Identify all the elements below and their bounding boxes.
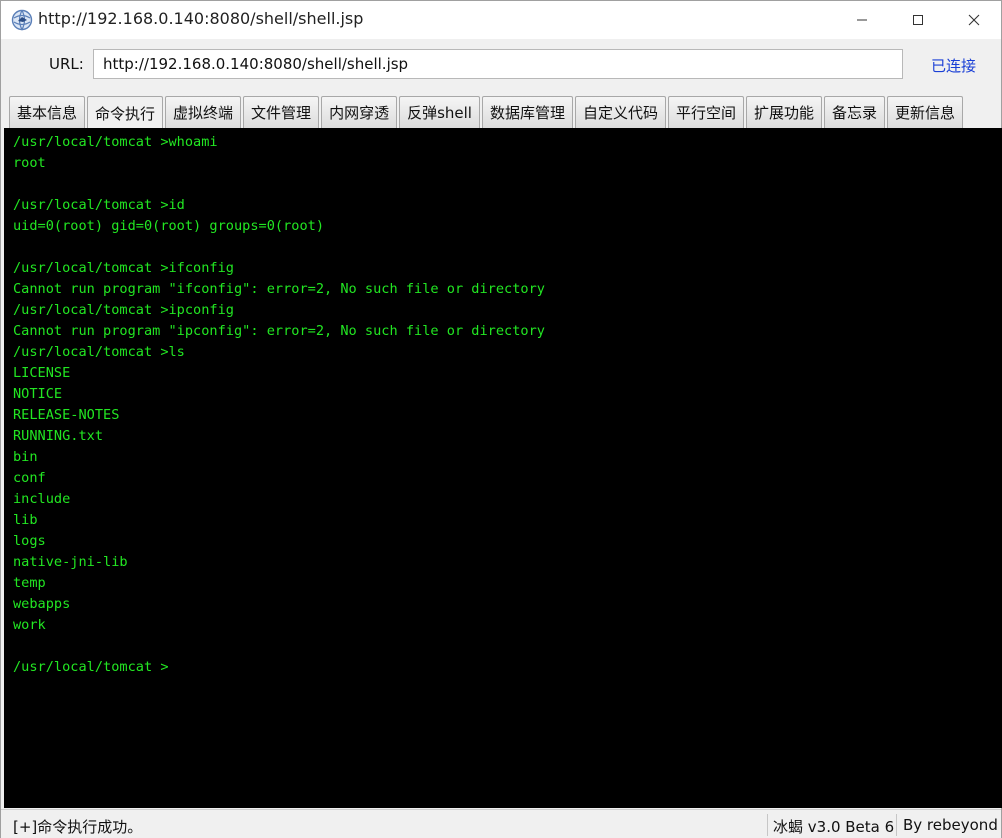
- app-window: http://192.168.0.140:8080/shell/shell.js…: [0, 0, 1002, 838]
- tab-10[interactable]: 备忘录: [824, 96, 886, 128]
- status-divider: [767, 814, 768, 836]
- connection-status: 已连接: [931, 57, 977, 75]
- tab-11[interactable]: 更新信息: [887, 96, 964, 128]
- status-bar: [+]命令执行成功。 冰蝎 v3.0 Beta 6 By rebeyond: [1, 809, 1001, 838]
- terminal-line: /usr/local/tomcat >ls: [13, 344, 185, 360]
- terminal-line: native-jni-lib: [13, 554, 128, 570]
- title-bar: http://192.168.0.140:8080/shell/shell.js…: [1, 1, 1001, 39]
- url-input[interactable]: [93, 49, 903, 79]
- terminal-line: RUNNING.txt: [13, 428, 104, 444]
- minimize-icon: [857, 19, 867, 21]
- tab-3[interactable]: 文件管理: [243, 96, 320, 128]
- maximize-button[interactable]: [889, 1, 947, 39]
- terminal-line: NOTICE: [13, 386, 63, 402]
- command-terminal[interactable]: /usr/local/tomcat >whoami root/usr/local/…: [4, 128, 1002, 808]
- terminal-line: bin: [13, 449, 38, 465]
- terminal-line: logs: [13, 533, 46, 549]
- terminal-line: /usr/local/tomcat >id: [13, 197, 185, 213]
- terminal-line: LICENSE: [13, 365, 71, 381]
- tab-7[interactable]: 自定义代码: [574, 96, 666, 128]
- terminal-line: RELEASE-NOTES: [13, 407, 120, 423]
- terminal-line: temp: [13, 575, 46, 591]
- tab-6[interactable]: 数据库管理: [481, 96, 573, 128]
- url-bar: URL: 已连接: [1, 39, 1001, 91]
- tab-1[interactable]: 命令执行: [87, 96, 164, 129]
- tab-0[interactable]: 基本信息: [9, 96, 86, 128]
- terminal-line: Cannot run program "ifconfig": error=2, …: [13, 281, 545, 297]
- window-title: http://192.168.0.140:8080/shell/shell.js…: [38, 9, 364, 28]
- terminal-line: conf: [13, 470, 46, 486]
- status-divider: [896, 814, 897, 836]
- status-message: [+]命令执行成功。: [13, 818, 143, 836]
- terminal-line: work: [13, 617, 46, 633]
- url-label: URL:: [49, 55, 84, 73]
- tab-8[interactable]: 平行空间: [668, 96, 745, 128]
- minimize-button[interactable]: [833, 1, 891, 39]
- terminal-line: root: [13, 155, 46, 171]
- close-icon: [968, 14, 980, 26]
- tab-bar: 基本信息 命令执行 虚拟终端 文件管理 内网穿透 反弹shell 数据库管理 自定义代码 平行空…: [9, 96, 964, 129]
- tab-9[interactable]: 扩展功能: [746, 96, 823, 128]
- terminal-line: uid=0(root) gid=0(root) groups=0(root): [13, 218, 324, 234]
- terminal-line: Cannot run program "ipconfig": error=2, …: [13, 323, 545, 339]
- close-button[interactable]: [945, 1, 1002, 39]
- terminal-line: /usr/local/tomcat >ifconfig: [13, 260, 234, 276]
- author-label: By rebeyond: [903, 816, 998, 834]
- tab-2[interactable]: 虚拟终端: [165, 96, 242, 128]
- tab-4[interactable]: 内网穿透: [321, 96, 398, 128]
- version-label: 冰蝎 v3.0 Beta 6: [773, 818, 895, 836]
- terminal-line: /usr/local/tomcat >: [13, 659, 177, 675]
- terminal-line: include: [13, 491, 71, 507]
- globe-bird-icon: [11, 9, 33, 31]
- terminal-line: /usr/local/tomcat >ipconfig: [13, 302, 234, 318]
- terminal-line: webapps: [13, 596, 71, 612]
- maximize-icon: [913, 15, 923, 25]
- terminal-line: /usr/local/tomcat >whoami: [13, 134, 218, 150]
- tab-5[interactable]: 反弹shell: [399, 96, 480, 128]
- terminal-line: lib: [13, 512, 38, 528]
